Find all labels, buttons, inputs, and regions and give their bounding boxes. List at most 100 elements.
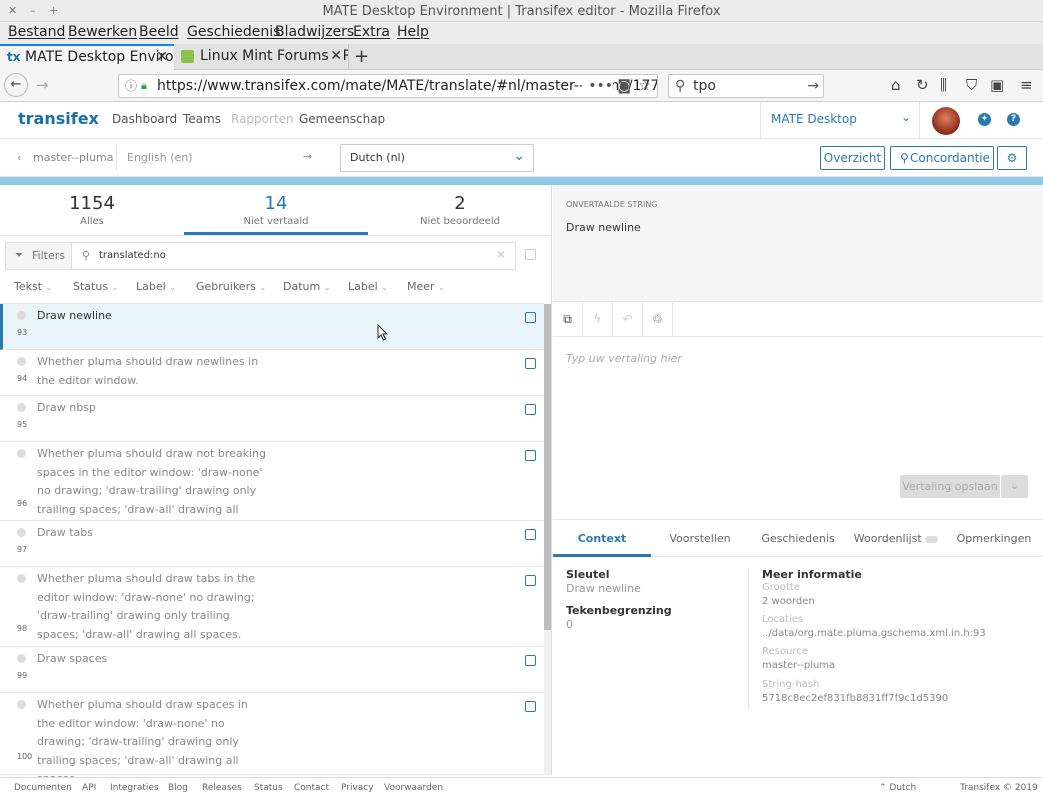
row-checkbox[interactable] [525, 312, 536, 323]
url-bar[interactable]: ⓘ 🔒︎ https://www.transifex.com/mate/MATE… [118, 74, 658, 98]
menu-bewerken[interactable]: Bewerken [68, 24, 137, 40]
copy-source-icon[interactable]: ⧉ [553, 302, 583, 337]
library-icon[interactable]: ⫼ [940, 76, 947, 94]
home-icon[interactable]: ⌂ [891, 76, 901, 94]
row-checkbox[interactable] [525, 529, 536, 540]
stat-all[interactable]: 1154 Alles [0, 193, 184, 227]
back-arrow-icon[interactable]: ← [4, 73, 28, 97]
tab-transifex[interactable]: tx MATE Desktop Environ ✕ [0, 44, 174, 70]
footer-link-api[interactable]: API [82, 783, 96, 793]
avatar[interactable] [932, 107, 960, 135]
string-row-100[interactable]: Whether pluma should draw spaces in the … [0, 693, 544, 785]
size-label: Grootte [762, 582, 800, 593]
project-selector[interactable]: MATE Desktop ⌄ [760, 102, 920, 139]
select-all-checkbox[interactable] [525, 249, 536, 260]
bookmark-star-icon[interactable]: ☆ [638, 75, 651, 97]
pocket-icon[interactable]: ◙ [617, 75, 631, 97]
string-row-98[interactable]: Whether pluma should draw tabs in the ed… [0, 567, 544, 647]
string-row-97[interactable]: Draw tabs 97 [0, 521, 544, 567]
tab-voorstellen[interactable]: Voorstellen [651, 520, 749, 558]
row-checkbox[interactable] [525, 404, 536, 415]
transifex-logo[interactable]: transifex [18, 109, 99, 128]
close-tab-icon[interactable]: ✕ [330, 44, 342, 69]
nav-teams[interactable]: Teams [183, 112, 221, 126]
footer-link-documenten[interactable]: Documenten [14, 783, 72, 793]
string-number: 97 [17, 545, 28, 554]
page-actions-icon[interactable]: ••• [582, 75, 613, 97]
column-datum[interactable]: Datum ⌄ [283, 280, 330, 293]
row-checkbox[interactable] [525, 655, 536, 666]
filters-button[interactable]: ⏷ Filters [6, 243, 72, 269]
concordance-button[interactable]: ⚲ Concordantie [890, 146, 994, 170]
reload-icon[interactable]: ↻ [916, 76, 929, 94]
footer-link-privacy[interactable]: Privacy [341, 783, 374, 793]
column-tekst[interactable]: Tekst ⌄ [14, 280, 52, 293]
overview-button[interactable]: Overzicht [820, 146, 885, 170]
search-field[interactable]: ⚲ tpo → [668, 74, 824, 98]
nav-dashboard[interactable]: Dashboard [112, 112, 177, 126]
tab-opmerkingen[interactable]: Opmerkingen [945, 520, 1043, 558]
tab-geschiedenis[interactable]: Geschiedenis [749, 520, 847, 558]
shield-icon[interactable]: ⛉ [966, 76, 977, 94]
info-icon[interactable]: ⓘ [125, 75, 137, 97]
string-row-94[interactable]: Whether pluma should draw newlines in th… [0, 350, 544, 396]
tab-woordenlijst[interactable]: Woordenlijst [847, 520, 945, 558]
forward-arrow-icon[interactable]: → [36, 76, 49, 94]
string-row-93[interactable]: Draw newline 93 [0, 304, 544, 350]
footer-link-integraties[interactable]: Integraties [110, 783, 159, 793]
scrollbar-track[interactable] [544, 304, 551, 775]
help-icon[interactable]: ? [1007, 113, 1020, 126]
scrollbar-thumb[interactable] [544, 304, 551, 630]
hamburger-menu-icon[interactable]: ≡ [1020, 76, 1033, 94]
target-language-select[interactable]: Dutch (nl) ⌄ [340, 144, 534, 172]
row-checkbox[interactable] [525, 701, 536, 712]
search-go-icon[interactable]: → [807, 75, 819, 97]
footer-language-selector[interactable]: ⌃ Dutch [879, 783, 916, 793]
footer-link-voorwaarden[interactable]: Voorwaarden [384, 783, 443, 793]
compass-icon[interactable]: ✦ [978, 113, 991, 126]
column-meer[interactable]: Meer ⌄ [407, 280, 445, 293]
footer-link-blog[interactable]: Blog [168, 783, 188, 793]
spellcheck-icon[interactable]: ♲ [643, 302, 673, 337]
row-checkbox[interactable] [525, 450, 536, 461]
string-row-96[interactable]: Whether pluma should draw not breaking s… [0, 442, 544, 534]
menu-bladwijzers[interactable]: Bladwijzers [275, 24, 354, 40]
nav-rapporten[interactable]: Rapporten [231, 112, 294, 126]
string-number: 100 [17, 752, 33, 761]
menu-help[interactable]: Help [397, 24, 429, 40]
menu-bestand[interactable]: Bestand [8, 24, 65, 40]
string-row-95[interactable]: Draw nbsp 95 [0, 396, 544, 442]
column-label-2[interactable]: Label ⌄ [348, 280, 388, 293]
menu-geschiedenis[interactable]: Geschiedenis [187, 24, 280, 40]
row-checkbox[interactable] [525, 358, 536, 369]
undo-icon[interactable]: ↶ [613, 302, 643, 337]
string-row-99[interactable]: Draw spaces 99 [0, 647, 544, 693]
settings-button[interactable]: ⚙ [997, 146, 1027, 170]
column-status[interactable]: Status ⌄ [73, 280, 118, 293]
nav-gemeenschap[interactable]: Gemeenschap [299, 112, 385, 126]
close-tab-icon[interactable]: ✕ [156, 46, 168, 68]
clear-filter-icon[interactable]: ✕ [496, 248, 506, 262]
chevron-left-icon[interactable]: ‹ [17, 151, 21, 164]
new-tab-icon[interactable]: + [354, 46, 369, 67]
back-resource-link[interactable]: master--pluma [33, 151, 114, 164]
save-options-chevron-icon[interactable]: ⌄ [1001, 475, 1028, 498]
footer-link-contact[interactable]: Contact [294, 783, 329, 793]
tab-context[interactable]: Context [553, 520, 651, 557]
string-text: Draw newline [37, 309, 112, 322]
footer-link-releases[interactable]: Releases [202, 783, 242, 793]
filter-query-input[interactable]: translated:no [99, 250, 166, 261]
stat-unreviewed[interactable]: 2 Niet beoordeeld [368, 193, 552, 227]
column-label-1[interactable]: Label ⌄ [136, 280, 176, 293]
tab-mint-forums[interactable]: Linux Mint Forums - Po ✕ [175, 44, 349, 70]
editor-toolbar: ‹ master--pluma English (en) → Dutch (nl… [0, 139, 1043, 177]
row-checkbox[interactable] [525, 575, 536, 586]
sidebar-icon[interactable]: ▣ [990, 76, 1004, 94]
stat-untranslated[interactable]: 14 Niet vertaald [184, 193, 368, 227]
column-gebruikers[interactable]: Gebruikers ⌄ [196, 280, 266, 293]
footer-link-status[interactable]: Status [254, 783, 283, 793]
menu-extra[interactable]: Extra [353, 24, 390, 40]
save-translation-button[interactable]: Vertaling opslaan [900, 475, 1000, 498]
menu-beeld[interactable]: Beeld [139, 24, 179, 40]
lightning-icon[interactable]: ϟ [583, 302, 613, 337]
